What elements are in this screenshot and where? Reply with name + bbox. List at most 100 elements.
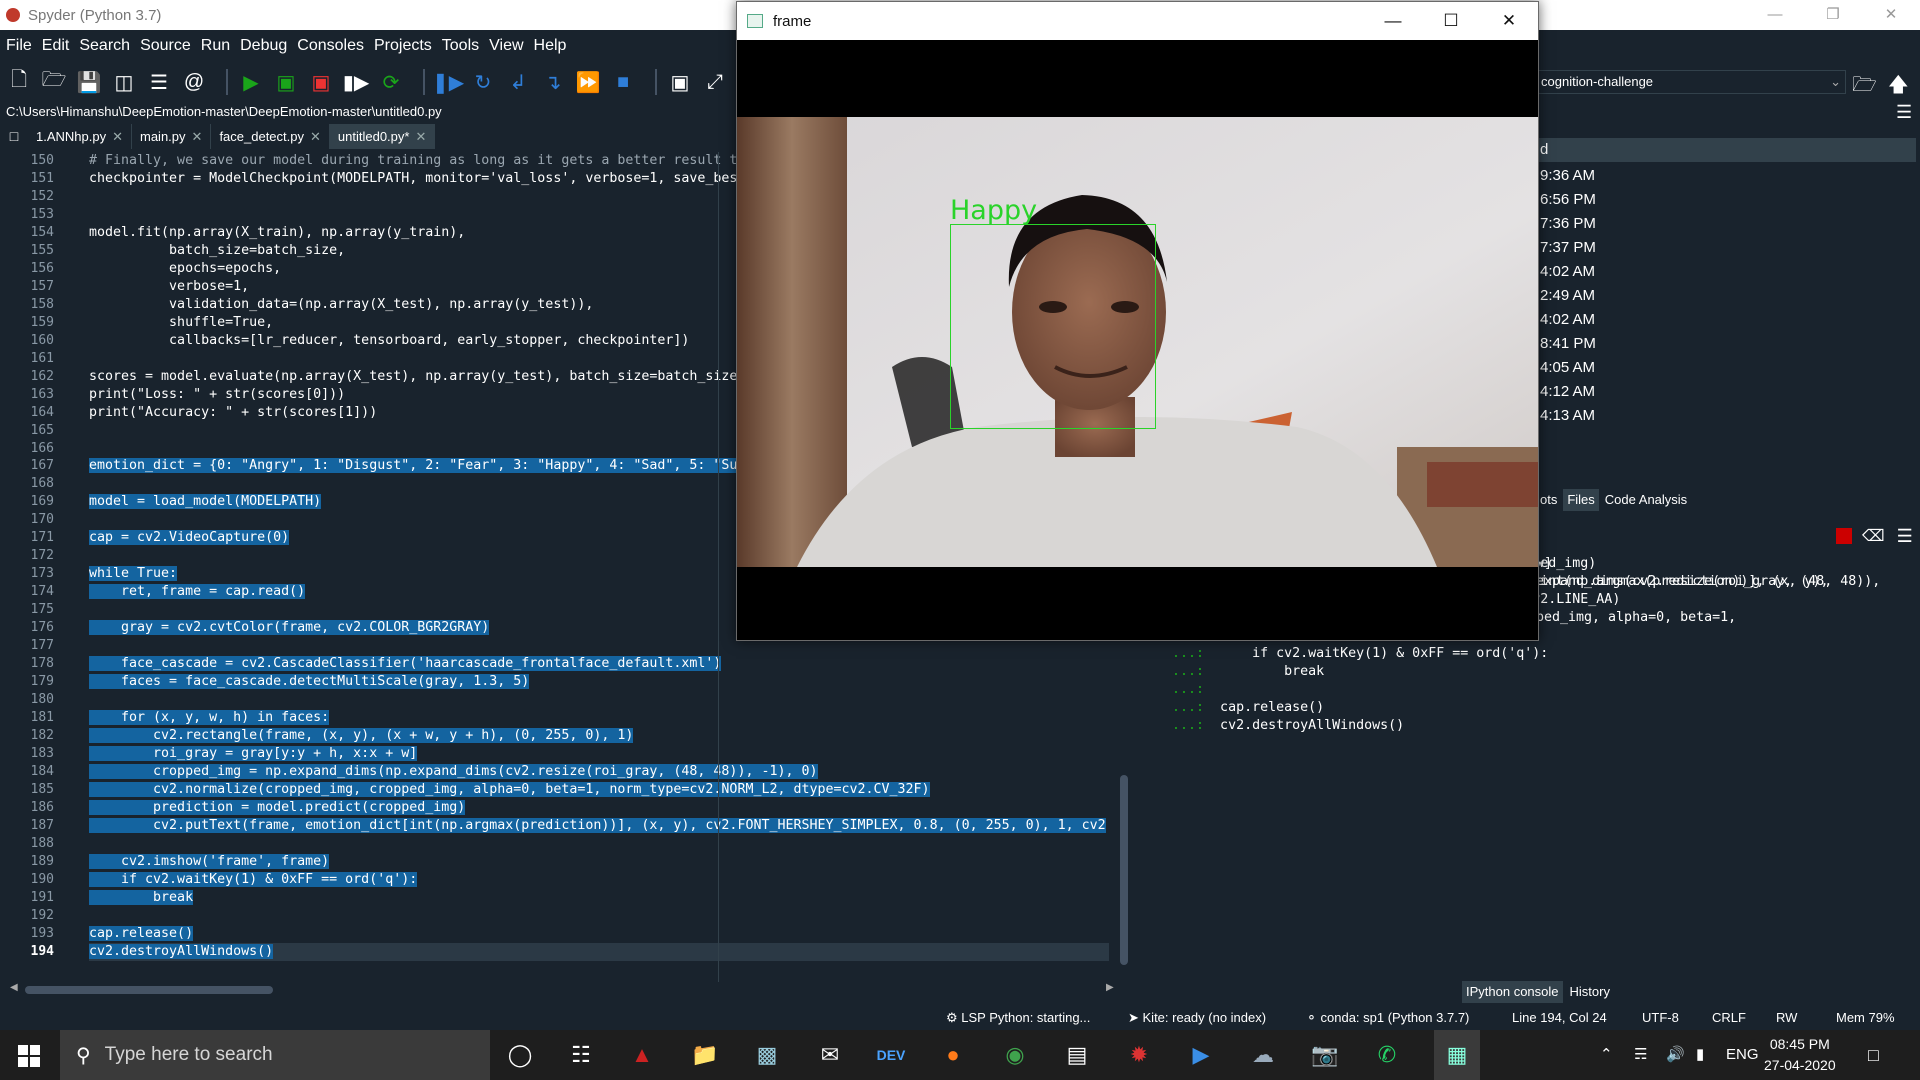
code-line[interactable]	[89, 907, 1109, 925]
firefox-icon[interactable]: ●	[938, 1040, 968, 1070]
scroll-right-icon[interactable]: ▶	[1106, 982, 1114, 993]
code-line[interactable]: faces = face_cascade.detectMultiScale(gr…	[89, 673, 1109, 691]
editor-vertical-scrollbar[interactable]	[1120, 775, 1128, 965]
file-modified-time[interactable]: 4:02 AM	[1536, 308, 1596, 332]
step-icon[interactable]: ↻	[470, 69, 496, 95]
code-line[interactable]: for (x, y, w, h) in faces:	[89, 709, 1109, 727]
fullscreen-icon[interactable]: ⤢	[702, 69, 728, 95]
mail-icon[interactable]: ✉	[815, 1040, 845, 1070]
step-into-icon[interactable]: ↲	[505, 69, 531, 95]
close-icon[interactable]: ✕	[1862, 0, 1920, 30]
code-line[interactable]	[89, 691, 1109, 709]
editor-tab[interactable]: face_detect.py ✕	[211, 124, 330, 149]
frame-minimize-icon[interactable]: —	[1364, 2, 1422, 40]
menu-debug[interactable]: Debug	[240, 37, 287, 55]
frame-maximize-icon[interactable]: ☐	[1422, 2, 1480, 40]
pane-tab[interactable]: Code Analysis	[1601, 489, 1691, 511]
close-tab-icon[interactable]: ✕	[192, 124, 203, 149]
frame-window[interactable]: frame — ☐ ✕ Happy	[736, 1, 1539, 641]
network-app-icon[interactable]: ☁	[1248, 1040, 1278, 1070]
task-view-icon[interactable]: ◯	[505, 1040, 535, 1070]
editor-tab[interactable]: untitled0.py* ✕	[329, 124, 436, 149]
menu-projects[interactable]: Projects	[374, 37, 432, 55]
step-return-icon[interactable]: ↴	[540, 69, 566, 95]
run-selection-icon[interactable]: ▮▶	[343, 69, 369, 95]
file-modified-time[interactable]: 4:13 AM	[1536, 404, 1596, 428]
show-hidden-icons-icon[interactable]: ⌃	[1600, 1030, 1613, 1080]
file-modified-time[interactable]: 4:05 AM	[1536, 356, 1596, 380]
eraser-icon[interactable]: ⌫	[1862, 526, 1885, 547]
file-modified-time[interactable]: 8:41 PM	[1536, 332, 1596, 356]
rerun-icon[interactable]: ⟳	[378, 69, 404, 95]
scroll-left-icon[interactable]: ◀	[10, 982, 18, 993]
frame-titlebar[interactable]: frame — ☐ ✕	[737, 2, 1538, 40]
console-options-icon[interactable]: ☰	[1897, 526, 1913, 547]
menu-view[interactable]: View	[489, 37, 523, 55]
menu-file[interactable]: File	[6, 37, 32, 55]
code-line[interactable]: cv2.destroyAllWindows()	[89, 942, 1109, 961]
save-all-icon[interactable]: ◫	[111, 69, 137, 95]
chrome-icon[interactable]: ◉	[1000, 1040, 1030, 1070]
file-modified-time[interactable]: 4:02 AM	[1536, 260, 1596, 284]
pane-tab[interactable]: Files	[1563, 489, 1599, 511]
code-line[interactable]: if cv2.waitKey(1) & 0xFF == ord('q'):	[89, 871, 1109, 889]
new-file-icon[interactable]: 🗋	[6, 69, 32, 95]
maximize-pane-icon[interactable]: ▣	[667, 69, 693, 95]
volume-icon[interactable]: 🔊	[1666, 1030, 1685, 1080]
tab-browse-icon[interactable]: □	[0, 124, 28, 149]
file-modified-time[interactable]: 7:37 PM	[1536, 236, 1596, 260]
whatsapp-icon[interactable]: ✆	[1372, 1040, 1402, 1070]
code-line[interactable]: cropped_img = np.expand_dims(np.expand_d…	[89, 763, 1109, 781]
menu-tools[interactable]: Tools	[442, 37, 479, 55]
menu-source[interactable]: Source	[140, 37, 191, 55]
close-tab-icon[interactable]: ✕	[112, 124, 123, 149]
file-modified-time[interactable]: 9:36 AM	[1536, 164, 1596, 188]
menu-run[interactable]: Run	[201, 37, 230, 55]
parent-directory-icon[interactable]: 🡅	[1888, 70, 1909, 104]
taskbar-clock[interactable]: 08:45 PM 27-04-2020	[1764, 1034, 1836, 1076]
windows-start-icon[interactable]	[18, 1045, 40, 1067]
frame-close-icon[interactable]: ✕	[1480, 2, 1538, 40]
code-line[interactable]: cap.release()	[89, 925, 1109, 943]
run-cell-advance-icon[interactable]: ▣	[308, 69, 334, 95]
working-directory-combo[interactable]: cognition-challenge ⌄	[1536, 70, 1846, 94]
code-line[interactable]: face_cascade = cv2.CascadeClassifier('ha…	[89, 655, 1109, 673]
file-modified-time[interactable]: 2:49 AM	[1536, 284, 1596, 308]
list-icon[interactable]: ☰	[146, 69, 172, 95]
pane-tab[interactable]: ots	[1536, 489, 1561, 511]
files-options-icon[interactable]: ☰	[1896, 102, 1912, 123]
editor-tab[interactable]: 1.ANNhp.py ✕	[28, 124, 132, 149]
file-explorer-icon[interactable]: 📁	[690, 1040, 720, 1070]
file-modified-time[interactable]: 4:12 AM	[1536, 380, 1596, 404]
console-pane-tab[interactable]: IPython console	[1462, 981, 1563, 1003]
editor-horizontal-scrollbar[interactable]	[25, 986, 273, 994]
file-modified-time[interactable]: 6:56 PM	[1536, 188, 1596, 212]
notifications-icon[interactable]: □	[1868, 1030, 1879, 1080]
files-column-header[interactable]: d	[1536, 138, 1916, 162]
battery-icon[interactable]: ▮	[1696, 1030, 1704, 1080]
taskbar-search[interactable]: ⚲ Type here to search	[60, 1030, 490, 1080]
media-player-icon[interactable]: ▶	[1186, 1040, 1216, 1070]
browse-folder-icon[interactable]: 🗁	[1852, 70, 1877, 104]
debug-icon[interactable]: ❚▶	[432, 69, 464, 95]
spider-app-icon[interactable]: ✹	[1124, 1040, 1154, 1070]
editor-tab[interactable]: main.py ✕	[132, 124, 212, 149]
acer-app-icon[interactable]: ▲	[627, 1040, 657, 1070]
interrupt-kernel-icon[interactable]	[1836, 528, 1852, 544]
menu-consoles[interactable]: Consoles	[297, 37, 364, 55]
code-line[interactable]: cv2.putText(frame, emotion_dict[int(np.a…	[89, 817, 1109, 835]
menu-edit[interactable]: Edit	[42, 37, 70, 55]
close-tab-icon[interactable]: ✕	[310, 124, 321, 149]
file-modified-time[interactable]: 7:36 PM	[1536, 212, 1596, 236]
terminal-icon[interactable]: ▤	[1062, 1040, 1092, 1070]
stop-icon[interactable]: ■	[610, 69, 636, 95]
language-indicator[interactable]: ENG	[1726, 1030, 1759, 1080]
camera-icon[interactable]: 📷	[1310, 1040, 1340, 1070]
menu-help[interactable]: Help	[534, 37, 567, 55]
spyder-taskbar-icon[interactable]: ▦	[1434, 1030, 1480, 1080]
code-line[interactable]: cv2.rectangle(frame, (x, y), (x + w, y +…	[89, 727, 1109, 745]
code-line[interactable]: cv2.normalize(cropped_img, cropped_img, …	[89, 781, 1109, 799]
save-icon[interactable]: 💾	[76, 69, 102, 95]
run-icon[interactable]: ▶	[238, 69, 264, 95]
code-line[interactable]: roi_gray = gray[y:y + h, x:x + w]	[89, 745, 1109, 763]
